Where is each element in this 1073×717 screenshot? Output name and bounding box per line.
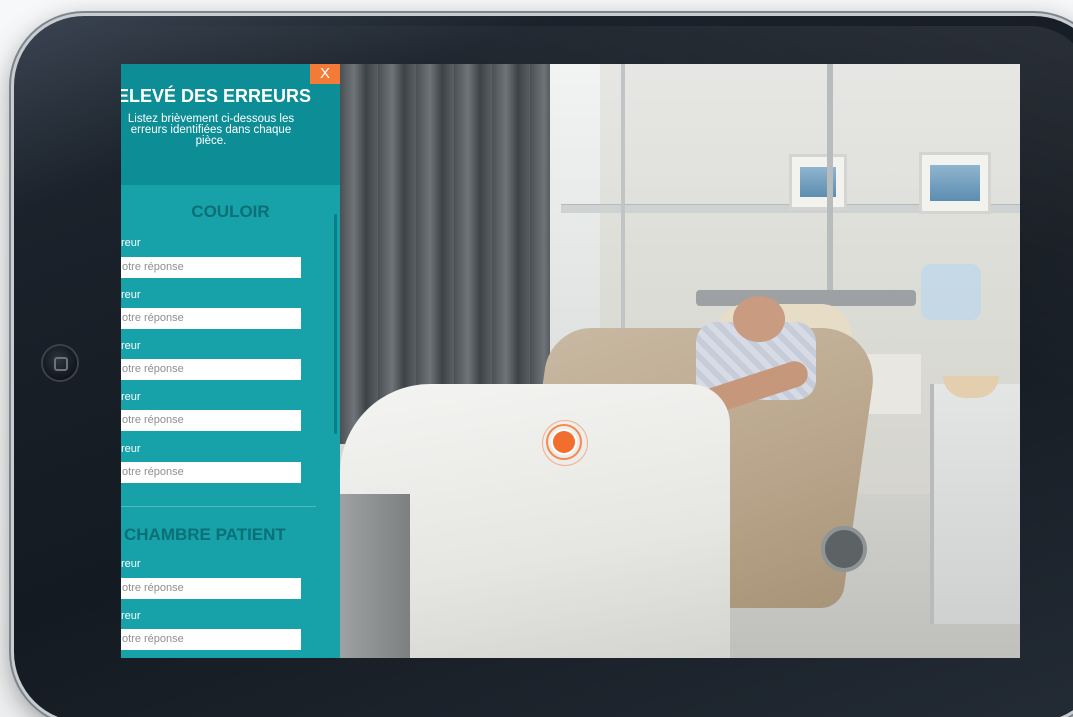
device-stage: ELEVÉ DES ERREURS Listez brièvement ci-d… (0, 0, 1073, 717)
bedside-cabinet (930, 384, 1020, 624)
answer-input[interactable] (121, 359, 301, 380)
home-button[interactable] (43, 346, 77, 380)
answer-input[interactable] (121, 578, 301, 599)
panel-scrollbar[interactable] (334, 214, 337, 434)
field-label: reur (121, 289, 141, 301)
field-label: reur (121, 237, 141, 249)
panel-description: Listez brièvement ci-dessous les erreurs… (127, 113, 295, 147)
section-divider (121, 506, 316, 507)
panel-title: ELEVÉ DES ERREURS (121, 86, 312, 106)
field-label: reur (121, 443, 141, 455)
section-title-couloir: COULOIR (191, 202, 270, 221)
close-button[interactable]: X (310, 64, 340, 84)
answer-input[interactable] (121, 410, 301, 431)
window (550, 64, 600, 364)
bed-side-rail (340, 494, 410, 658)
answer-input[interactable] (121, 462, 301, 483)
answer-input[interactable] (121, 629, 301, 650)
patient-head (733, 296, 785, 342)
error-report-panel: ELEVÉ DES ERREURS Listez brièvement ci-d… (121, 64, 340, 658)
iv-bag (921, 264, 981, 320)
field-label: reur (121, 558, 141, 570)
field-label: reur (121, 391, 141, 403)
answer-input[interactable] (121, 257, 301, 278)
bed-wheel (821, 526, 867, 572)
field-label: reur (121, 340, 141, 352)
answer-input[interactable] (121, 308, 301, 329)
vr-viewer[interactable]: ELEVÉ DES ERREURS Listez brièvement ci-d… (121, 64, 1020, 658)
hotspot-marker[interactable] (542, 420, 588, 466)
wall-picture (789, 154, 847, 210)
iv-pole (621, 64, 625, 334)
wall-picture (919, 152, 991, 214)
section-title-chambre-patient: CHAMBRE PATIENT (124, 525, 286, 544)
patient-lift-pole (827, 64, 833, 304)
panel-header: ELEVÉ DES ERREURS Listez brièvement ci-d… (121, 64, 340, 185)
field-label: reur (121, 610, 141, 622)
